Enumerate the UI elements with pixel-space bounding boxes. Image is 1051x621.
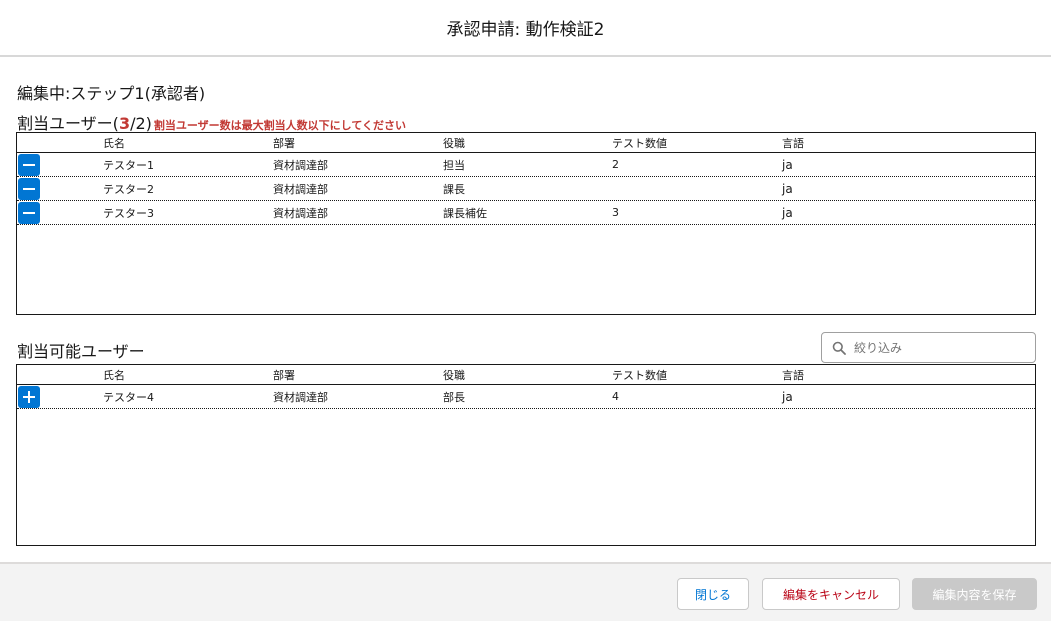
save-edit-button[interactable]: 編集内容を保存 (912, 578, 1037, 610)
modal-title: 承認申請: 動作検証2 (446, 20, 605, 40)
column-header-name: 氏名 (103, 136, 125, 150)
search-icon (832, 341, 846, 355)
cell-name: テスター3 (103, 206, 154, 220)
assigned-label-suffix: /2) (130, 114, 152, 133)
available-users-table: 氏名 部署 役職 テスト数値 言語 テスター4 資材調達部 部長 4 ja (16, 364, 1036, 546)
cell-role: 課長 (443, 182, 465, 196)
minus-icon (23, 212, 35, 214)
remove-user-button[interactable] (18, 178, 40, 200)
table-header: 氏名 部署 役職 テスト数値 言語 (17, 365, 1035, 385)
column-header-role: 役職 (443, 368, 465, 382)
table-row: テスター2 資材調達部 課長 ja (17, 177, 1035, 201)
column-header-language: 言語 (782, 136, 804, 150)
assigned-error-message: 割当ユーザー数は最大割当人数以下にしてください (153, 119, 407, 132)
assigned-count: 3 (118, 114, 131, 133)
cell-role: 部長 (443, 390, 465, 404)
available-users-heading: 割当可能ユーザー (17, 342, 145, 361)
column-header-language: 言語 (782, 368, 804, 382)
column-header-dept: 部署 (273, 368, 295, 382)
table-row: テスター4 資材調達部 部長 4 ja (17, 385, 1035, 409)
cell-role: 課長補佐 (443, 206, 487, 220)
plus-icon (23, 391, 35, 403)
column-header-dept: 部署 (273, 136, 295, 150)
table-row: テスター3 資材調達部 課長補佐 3 ja (17, 201, 1035, 225)
column-header-test-number: テスト数値 (612, 136, 667, 150)
table-header: 氏名 部署 役職 テスト数値 言語 (17, 133, 1035, 153)
step-title: 編集中:ステップ1(承認者) (17, 84, 206, 103)
minus-icon (23, 188, 35, 190)
cell-language: ja (782, 389, 793, 404)
remove-user-button[interactable] (18, 154, 40, 176)
filter-search-box[interactable] (821, 332, 1036, 363)
cell-name: テスター1 (103, 158, 154, 172)
cell-dept: 資材調達部 (273, 182, 328, 196)
cell-language: ja (782, 157, 793, 172)
cell-test-number: 4 (612, 390, 619, 403)
cell-language: ja (782, 181, 793, 196)
column-header-role: 役職 (443, 136, 465, 150)
cell-test-number: 2 (612, 158, 619, 171)
close-button[interactable]: 閉じる (677, 578, 749, 610)
assigned-label-prefix: 割当ユーザー( (17, 114, 119, 133)
approval-modal: 承認申請: 動作検証2 編集中:ステップ1(承認者) 割当ユーザー(3/2) 割当… (0, 0, 1051, 621)
modal-header: 承認申請: 動作検証2 (0, 0, 1051, 57)
remove-user-button[interactable] (18, 202, 40, 224)
cell-role: 担当 (443, 158, 465, 172)
cell-dept: 資材調達部 (273, 158, 328, 172)
table-row: テスター1 資材調達部 担当 2 ja (17, 153, 1035, 177)
cell-dept: 資材調達部 (273, 206, 328, 220)
column-header-name: 氏名 (103, 368, 125, 382)
cell-name: テスター4 (103, 390, 154, 404)
modal-footer: 閉じる 編集をキャンセル 編集内容を保存 (0, 562, 1051, 621)
assigned-users-heading: 割当ユーザー(3/2) 割当ユーザー数は最大割当人数以下にしてください (17, 110, 406, 134)
add-user-button[interactable] (18, 386, 40, 408)
filter-input[interactable] (852, 339, 1026, 356)
column-header-test-number: テスト数値 (612, 368, 667, 382)
cell-name: テスター2 (103, 182, 154, 196)
cell-dept: 資材調達部 (273, 390, 328, 404)
cell-test-number: 3 (612, 206, 619, 219)
minus-icon (23, 164, 35, 166)
cancel-edit-button[interactable]: 編集をキャンセル (762, 578, 900, 610)
cell-language: ja (782, 205, 793, 220)
assigned-users-table: 氏名 部署 役職 テスト数値 言語 テスター1 資材調達部 担当 2 ja テス… (16, 132, 1036, 315)
